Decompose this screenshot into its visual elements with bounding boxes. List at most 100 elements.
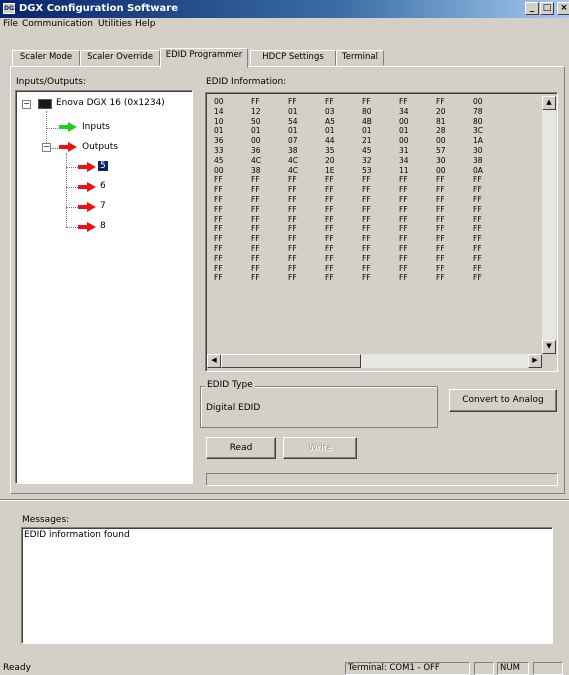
message-text: EDID information found [24,530,130,540]
edid-hex-cell: 21 [362,136,372,146]
edid-hex-cell: 34 [399,106,409,116]
edid-hex-cell: FF [399,234,408,244]
edid-hex-cell: 45 [362,146,372,155]
edid-hex-cell: 81 [436,116,446,126]
scroll-thumb[interactable] [221,354,361,368]
edid-hex-cell: 54 [288,116,298,126]
tree-connector [66,227,78,228]
scroll-corner [542,354,556,368]
tree-root[interactable]: Enova DGX 16 (0x1234) [56,98,165,108]
edid-hex-cell: FF [214,273,223,283]
edid-hex-cell: 38 [288,146,298,155]
edid-hex-cell: FF [214,214,223,224]
scroll-up-icon[interactable]: ▲ [542,96,556,110]
title-bar[interactable]: DGX DGX Configuration Software _ □ × [0,0,569,18]
edid-hex-cell: FF [214,195,223,204]
edid-hex-cell: FF [436,224,445,234]
edid-hex-cell: FF [473,214,482,224]
tab-hdcp-settings[interactable]: HDCP Settings [250,50,336,66]
edid-hex-cell: FF [288,195,297,204]
write-button[interactable]: Write [283,437,357,459]
messages-box[interactable] [21,527,553,644]
edid-hex-cell: FF [436,244,445,253]
menu-file[interactable]: File [3,19,18,29]
edid-hex-cell: 38 [251,165,261,175]
read-button[interactable]: Read [206,437,276,459]
menu-communication[interactable]: Communication [22,19,93,29]
io-tree[interactable]: − Enova DGX 16 (0x1234) Inputs − Outputs… [15,90,193,484]
horizontal-scrollbar[interactable]: ◀ ▶ [207,354,542,368]
tab-edid-programmer[interactable]: EDID Programmer [160,48,248,68]
edid-hex-cell: 01 [288,126,298,136]
edid-hex-cell: FF [436,273,445,283]
edid-hex-cell: FF [362,214,371,224]
edid-hex-cell: FF [399,204,408,214]
close-button[interactable]: × [557,2,569,15]
messages-label: Messages: [22,515,70,525]
red-arrow-icon [78,222,96,232]
edid-hex-cell: 01 [362,126,372,136]
tab-scaler-override[interactable]: Scaler Override [80,50,160,66]
app-icon: DGX [3,3,19,14]
edid-type-value: Digital EDID [206,403,261,413]
edid-hex-cell: FF [399,273,408,283]
collapse-icon[interactable]: − [42,143,51,152]
green-arrow-icon [59,122,77,132]
status-num: NUM [497,662,529,675]
edid-hex-cell: A5 [325,116,335,126]
edid-hex-cell: FF [288,234,297,244]
tree-label: Inputs/Outputs: [16,77,87,87]
edid-hex-cell: FF [325,273,334,283]
edid-hex-cell: FF [473,195,482,204]
scroll-left-icon[interactable]: ◀ [207,354,221,368]
convert-to-analog-button[interactable]: Convert to Analog [449,389,557,412]
edid-hex-cell: 01 [214,126,224,136]
edid-hex-cell: 53 [362,165,372,175]
red-arrow-icon [78,182,96,192]
tree-output-item[interactable]: 6 [100,181,106,191]
edid-hex-cell: 36 [214,136,224,146]
tree-output-item[interactable]: 8 [100,221,106,231]
tree-inputs[interactable]: Inputs [82,122,110,132]
edid-hex-cell: 01 [399,126,409,136]
menu-utilities[interactable]: Utilities [98,19,132,29]
edid-hex-cell: FF [251,195,260,204]
progress-bar [206,473,558,486]
edid-hex-cell: 44 [325,136,335,146]
status-empty [474,662,494,675]
edid-hex-cell: 00 [214,165,224,175]
tab-terminal[interactable]: Terminal [336,50,384,66]
edid-hex-cell: FF [214,185,223,195]
collapse-icon[interactable]: − [22,100,31,109]
edid-hex-cell: FF [362,244,371,253]
edid-hex-cell: 33 [214,146,224,155]
edid-hex-cell: 12 [251,106,261,116]
edid-hex-cell: FF [325,175,334,185]
edid-hex-cell: FF [362,224,371,234]
status-ready: Ready [3,663,31,673]
edid-grid[interactable]: 00 FF FF FF FF FF FF 00 14 12 01 03 80 34 20 78 10 50 54 A5… [205,92,558,372]
scroll-right-icon[interactable]: ▶ [528,354,542,368]
edid-hex-cell: FF [362,185,371,195]
vertical-scrollbar[interactable]: ▲ ▼ [542,96,556,354]
edid-hex-cell: FF [473,273,482,283]
red-arrow-icon [78,162,96,172]
minimize-button[interactable]: _ [525,2,539,15]
edid-hex-cell: FF [251,97,260,106]
tab-scaler-mode[interactable]: Scaler Mode [12,50,80,66]
edid-hex-cell: 00 [399,116,409,126]
device-icon [38,99,52,109]
tree-outputs[interactable]: Outputs [82,142,118,152]
edid-hex-cell: 4C [288,165,299,175]
edid-hex-cell: FF [288,244,297,253]
edid-hex-cell: FF [436,195,445,204]
tree-output-item[interactable]: 7 [100,201,106,211]
edid-hex-cell: FF [436,175,445,185]
edid-hex-cell: 80 [473,116,483,126]
edid-hex-cell: FF [251,185,260,195]
maximize-button[interactable]: □ [540,2,554,15]
scroll-down-icon[interactable]: ▼ [542,340,556,354]
edid-hex-cell: 45 [214,155,224,165]
menu-help[interactable]: Help [135,19,156,29]
tree-output-item[interactable]: 5 [98,161,108,171]
